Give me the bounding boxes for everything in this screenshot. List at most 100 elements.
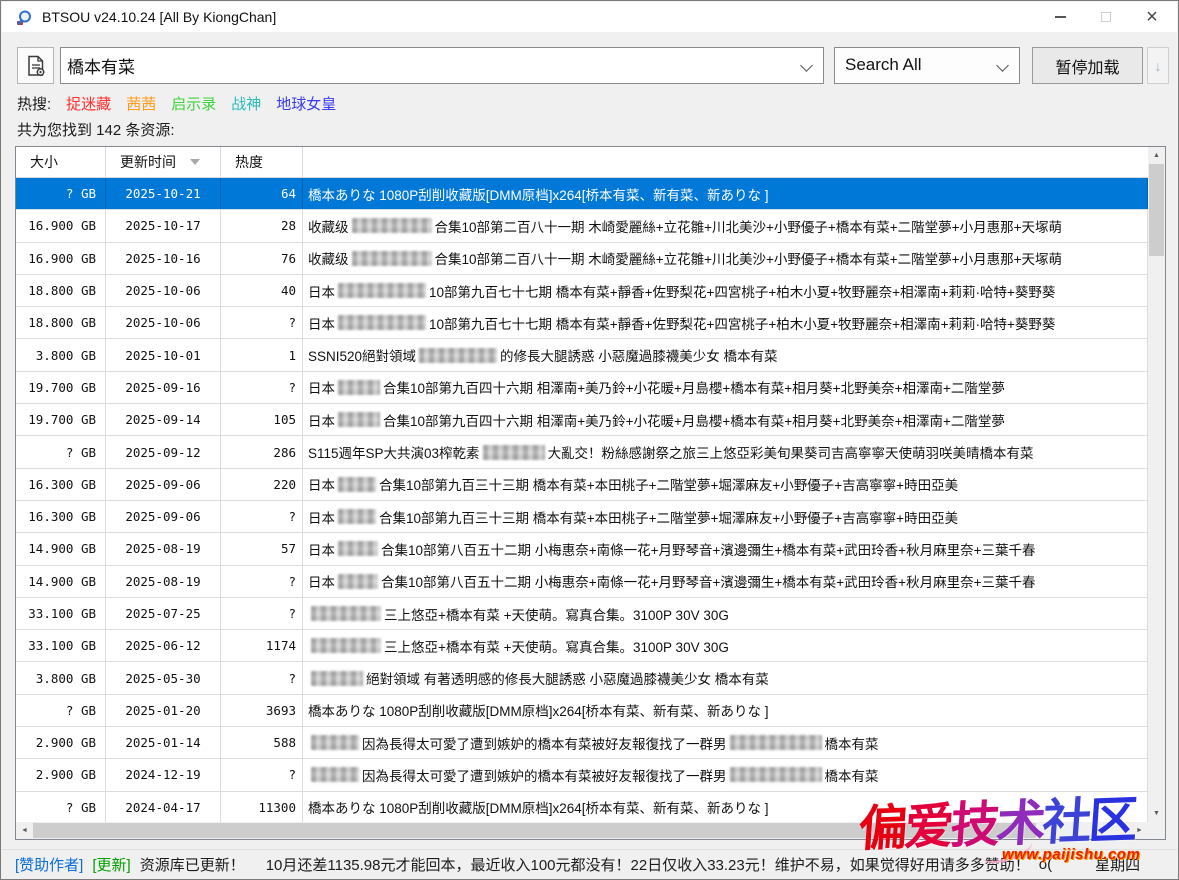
cell-heat: ? bbox=[221, 598, 303, 629]
pause-loading-button[interactable]: 暂停加载 bbox=[1032, 47, 1143, 84]
scroll-down-button[interactable]: ▼ bbox=[1148, 805, 1165, 822]
table-row[interactable]: 33.100 GB2025-07-25? 三上悠亞+橋本有菜 +天使萌。寫真合集… bbox=[16, 598, 1148, 630]
table-row[interactable]: 14.900 GB2025-08-19?日本合集10部第八百五十二期 小梅惠奈+… bbox=[16, 566, 1148, 598]
cell-date: 2025-09-06 bbox=[106, 469, 221, 500]
status-link[interactable]: [更新] bbox=[92, 854, 130, 875]
title-text: 橋本ありな 1080P刮削收藏版[DMM原档]x264[桥本有菜、新有菜、新あり… bbox=[308, 184, 769, 204]
title-text: 收藏级 bbox=[308, 248, 349, 268]
title-text: 合集10部第二百八十一期 木崎愛麗絲+立花雛+川北美沙+小野優子+橋本有菜+二階… bbox=[435, 216, 1062, 236]
table-row[interactable]: 14.900 GB2025-08-1957日本合集10部第八百五十二期 小梅惠奈… bbox=[16, 533, 1148, 565]
title-text: 日本 bbox=[308, 410, 335, 430]
title-text: 橋本ありな 1080P刮削收藏版[DMM原档]x264[桥本有菜、新有菜、新あり… bbox=[308, 797, 769, 817]
column-header[interactable] bbox=[303, 147, 1148, 177]
column-header[interactable]: 更新时间 bbox=[106, 147, 221, 177]
censored-blur bbox=[338, 509, 376, 524]
table-rows: ? GB2025-10-2164橋本ありな 1080P刮削收藏版[DMM原档]x… bbox=[16, 178, 1148, 822]
hot-search-link[interactable]: 地球女皇 bbox=[276, 93, 336, 114]
cell-title: 三上悠亞+橋本有菜 +天使萌。寫真合集。3100P 30V 30G bbox=[303, 630, 1148, 661]
hot-search-link[interactable]: 启示录 bbox=[171, 93, 216, 114]
download-arrow-button[interactable]: ↓ bbox=[1147, 47, 1169, 84]
table-row[interactable]: 16.300 GB2025-09-06?日本合集10部第九百三十三期 橋本有菜+… bbox=[16, 501, 1148, 533]
vertical-scrollbar[interactable]: ▲ ▼ bbox=[1148, 147, 1165, 822]
cell-title: 日本10部第九百七十七期 橋本有菜+靜香+佐野梨花+四宮桃子+柏木小夏+牧野麗奈… bbox=[303, 307, 1148, 338]
table-row[interactable]: 3.800 GB2025-10-011SSNI520絕對領域 的修長大腿誘惑 小… bbox=[16, 339, 1148, 371]
table-row[interactable]: 2.900 GB2025-01-14588 因為長得太可愛了遭到嫉妒的橋本有菜被… bbox=[16, 727, 1148, 759]
cell-title: 日本合集10部第九百四十六期 相澤南+美乃鈴+小花暖+月島櫻+橋本有菜+相月葵+… bbox=[303, 372, 1148, 403]
left-arrow-icon: ◄ bbox=[21, 827, 28, 834]
cell-date: 2025-01-20 bbox=[106, 695, 221, 726]
cell-title: 橋本ありな 1080P刮削收藏版[DMM原档]x264[桥本有菜、新有菜、新あり… bbox=[303, 178, 1148, 209]
maximize-button[interactable] bbox=[1083, 2, 1129, 32]
title-text: 橋本有菜 bbox=[825, 733, 879, 753]
cell-heat: 64 bbox=[221, 178, 303, 209]
table-row[interactable]: ? GB2024-04-1711300橋本ありな 1080P刮削收藏版[DMM原… bbox=[16, 792, 1148, 822]
scroll-up-button[interactable]: ▲ bbox=[1148, 147, 1165, 164]
table-row[interactable]: 33.100 GB2025-06-121174 三上悠亞+橋本有菜 +天使萌。寫… bbox=[16, 630, 1148, 662]
hot-search-link[interactable]: 战神 bbox=[231, 93, 261, 114]
table-row[interactable]: ? GB2025-09-12286S115週年SP大共演03榨乾素大亂交！粉絲感… bbox=[16, 436, 1148, 468]
table-row[interactable]: 16.900 GB2025-10-1676收藏级合集10部第二百八十一期 木崎愛… bbox=[16, 243, 1148, 275]
cell-heat: 588 bbox=[221, 727, 303, 758]
title-text: 因為長得太可愛了遭到嫉妒的橋本有菜被好友報復找了一群男 bbox=[362, 765, 727, 785]
title-text: 日本 bbox=[308, 507, 335, 527]
censored-blur bbox=[338, 380, 380, 395]
cell-title: 日本合集10部第八百五十二期 小梅惠奈+南條一花+月野琴音+濱邊彌生+橋本有菜+… bbox=[303, 533, 1148, 564]
column-header-label: 更新时间 bbox=[120, 152, 176, 172]
close-icon: × bbox=[1146, 6, 1158, 29]
column-header[interactable]: 大小 bbox=[16, 147, 106, 177]
horizontal-scrollbar-thumb[interactable] bbox=[33, 823, 1036, 838]
table-row[interactable]: 18.800 GB2025-10-06?日本10部第九百七十七期 橋本有菜+靜香… bbox=[16, 307, 1148, 339]
cell-size: 18.800 GB bbox=[16, 307, 106, 338]
scroll-left-button[interactable]: ◄ bbox=[16, 822, 33, 839]
chevron-down-icon[interactable] bbox=[800, 59, 813, 72]
title-text: 橋本ありな 1080P刮削收藏版[DMM原档]x264[桥本有菜、新有菜、新あり… bbox=[308, 700, 769, 720]
title-text: 合集10部第九百四十六期 相澤南+美乃鈴+小花暖+月島櫻+橋本有菜+相月葵+北野… bbox=[383, 410, 1005, 430]
hot-search-bar: 热搜: 捉迷藏茜茜启示录战神地球女皇 bbox=[17, 93, 336, 114]
window-title: BTSOU v24.10.24 [All By KiongChan] bbox=[42, 9, 276, 25]
cell-heat: 28 bbox=[221, 210, 303, 241]
censored-blur bbox=[311, 735, 359, 750]
cell-size: 19.700 GB bbox=[16, 404, 106, 435]
cell-title: 收藏级合集10部第二百八十一期 木崎愛麗絲+立花雛+川北美沙+小野優子+橋本有菜… bbox=[303, 210, 1148, 241]
search-input[interactable] bbox=[67, 48, 787, 83]
cell-size: 16.300 GB bbox=[16, 469, 106, 500]
table-row[interactable]: 19.700 GB2025-09-16?日本合集10部第九百四十六期 相澤南+美… bbox=[16, 372, 1148, 404]
cell-title: S115週年SP大共演03榨乾素大亂交！粉絲感謝祭之旅三上悠亞彩美旬果葵司吉高寧… bbox=[303, 436, 1148, 467]
title-text: 橋本有菜 bbox=[825, 765, 879, 785]
engine-select[interactable]: Search All bbox=[834, 47, 1020, 84]
table-row[interactable]: ? GB2025-01-203693橋本ありな 1080P刮削收藏版[DMM原档… bbox=[16, 695, 1148, 727]
table-content: 大小更新时间 热度 ? GB2025-10-2164橋本ありな 1080P刮削收藏… bbox=[16, 147, 1148, 822]
cell-title: 絕對領域 有著透明感的修長大腿誘惑 小惡魔過膝襪美少女 橋本有菜 bbox=[303, 662, 1148, 693]
cell-size: 3.800 GB bbox=[16, 662, 106, 693]
censored-blur bbox=[730, 735, 822, 750]
minimize-button[interactable] bbox=[1037, 2, 1083, 32]
table-row[interactable]: 2.900 GB2024-12-19? 因為長得太可愛了遭到嫉妒的橋本有菜被好友… bbox=[16, 759, 1148, 791]
close-button[interactable]: × bbox=[1129, 2, 1175, 32]
table-row[interactable]: 19.700 GB2025-09-14105日本合集10部第九百四十六期 相澤南… bbox=[16, 404, 1148, 436]
column-header-label: 热度 bbox=[235, 152, 263, 172]
table-row[interactable]: 16.900 GB2025-10-1728收藏级合集10部第二百八十一期 木崎愛… bbox=[16, 210, 1148, 242]
table-row[interactable]: 16.300 GB2025-09-06220日本合集10部第九百三十三期 橋本有… bbox=[16, 469, 1148, 501]
cell-size: 2.900 GB bbox=[16, 727, 106, 758]
hot-search-link[interactable]: 捉迷藏 bbox=[66, 93, 111, 114]
hot-search-link[interactable]: 茜茜 bbox=[126, 93, 156, 114]
vertical-scrollbar-thumb[interactable] bbox=[1149, 164, 1164, 256]
cell-date: 2025-10-06 bbox=[106, 307, 221, 338]
table-row[interactable]: 18.800 GB2025-10-0640日本10部第九百七十七期 橋本有菜+靜… bbox=[16, 275, 1148, 307]
cell-title: 日本10部第九百七十七期 橋本有菜+靜香+佐野梨花+四宮桃子+柏木小夏+牧野麗奈… bbox=[303, 275, 1148, 306]
table-row[interactable]: ? GB2025-10-2164橋本ありな 1080P刮削收藏版[DMM原档]x… bbox=[16, 178, 1148, 210]
scroll-right-button[interactable]: ► bbox=[1131, 822, 1148, 839]
cell-date: 2025-10-21 bbox=[106, 178, 221, 209]
cell-date: 2025-08-19 bbox=[106, 566, 221, 597]
table-row[interactable]: 3.800 GB2025-05-30?絕對領域 有著透明感的修長大腿誘惑 小惡魔… bbox=[16, 662, 1148, 694]
cell-heat: 11300 bbox=[221, 792, 303, 822]
up-arrow-icon: ▲ bbox=[1153, 152, 1160, 159]
config-button[interactable] bbox=[17, 47, 54, 84]
cell-title: 收藏级合集10部第二百八十一期 木崎愛麗絲+立花雛+川北美沙+小野優子+橋本有菜… bbox=[303, 243, 1148, 274]
title-text: 合集10部第九百三十三期 橋本有菜+本田桃子+二階堂夢+堀澤麻友+小野優子+吉高… bbox=[379, 474, 958, 494]
status-link[interactable]: [赞助作者] bbox=[15, 854, 83, 875]
cell-title: 日本 合集10部第九百四十六期 相澤南+美乃鈴+小花暖+月島櫻+橋本有菜+相月葵+… bbox=[303, 404, 1148, 435]
column-header[interactable]: 热度 bbox=[221, 147, 303, 177]
censored-blur bbox=[352, 251, 432, 266]
horizontal-scrollbar[interactable]: ◄ ► bbox=[16, 822, 1148, 839]
